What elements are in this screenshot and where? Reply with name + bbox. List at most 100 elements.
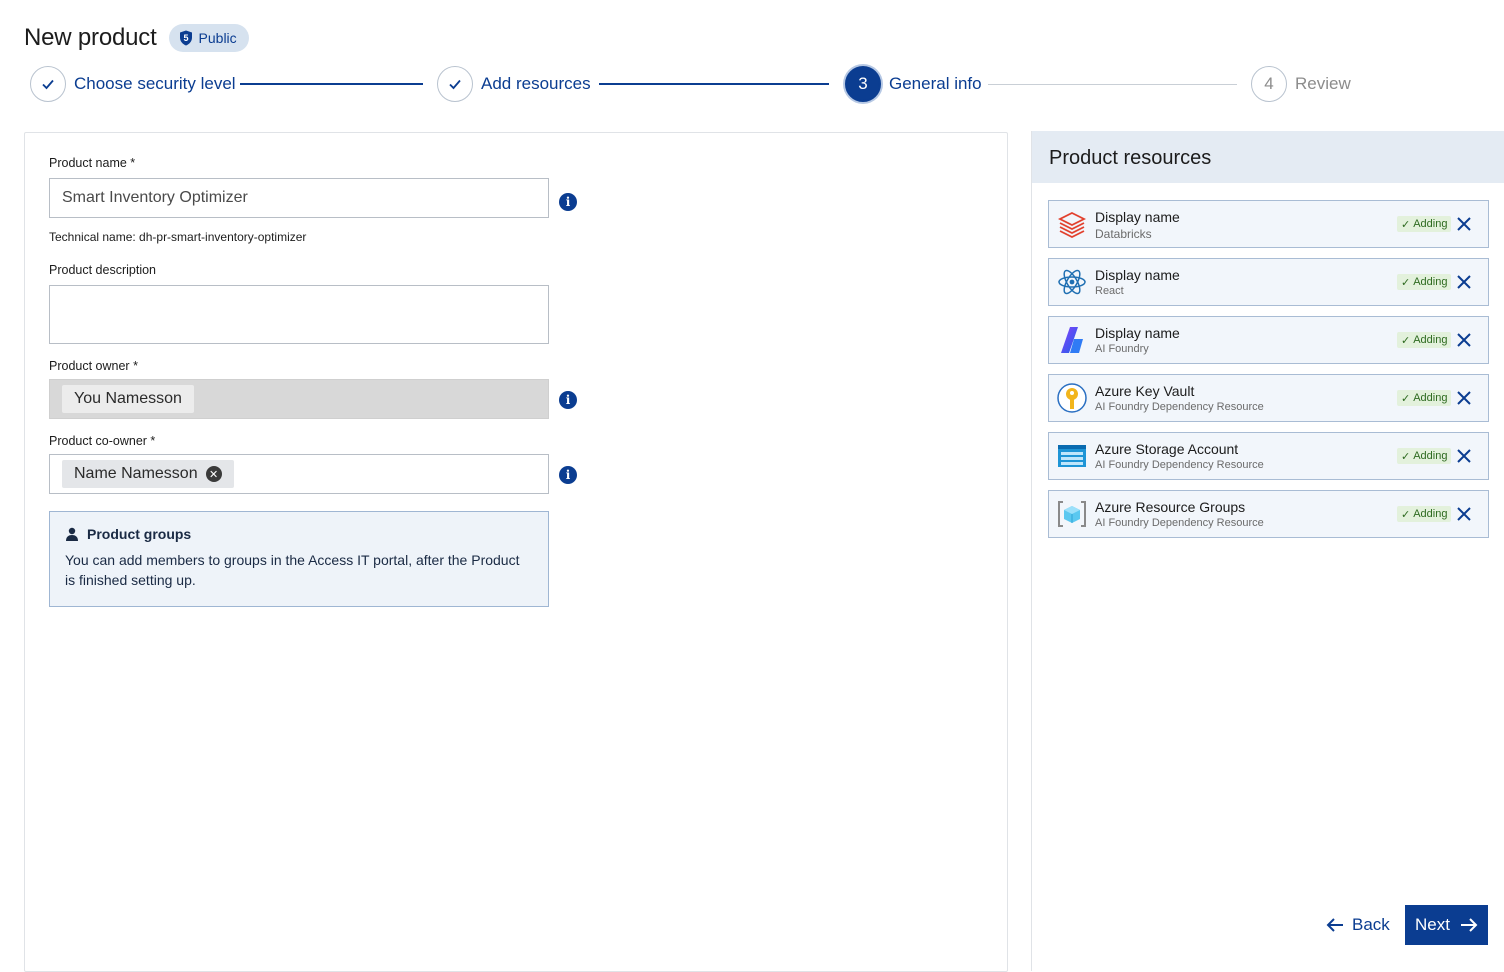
general-info-form: Product name * Smart Inventory Optimizer… [24,132,1008,972]
resource-type: AI Foundry Dependency Resource [1095,401,1264,413]
security-level-badge: 5 Public [168,24,249,52]
product-resources-panel: Product resources Display name Databrick… [1031,131,1504,971]
resource-item: Azure Storage Account AI Foundry Depende… [1048,432,1489,480]
status-badge: ✓ Adding [1397,390,1452,406]
notice-title-text: Product groups [87,526,192,542]
coowner-chip: Name Namesson ✕ [62,460,234,488]
resource-item: Azure Key Vault AI Foundry Dependency Re… [1048,374,1489,422]
resource-name: Azure Resource Groups [1095,499,1246,515]
key-vault-icon [1057,383,1087,413]
storage-account-icon [1058,445,1086,467]
status-label: Adding [1413,218,1448,230]
panel-title: Product resources [1032,131,1504,183]
status-badge: ✓ Adding [1397,332,1452,348]
check-icon: ✓ [1401,334,1411,347]
product-name-label: Product name * [49,156,136,170]
react-icon [1058,269,1086,295]
step-label: General info [889,74,982,93]
product-name-value: Smart Inventory Optimizer [62,189,248,206]
resource-name: Azure Storage Account [1095,441,1239,457]
step-label: Choose security level [74,74,236,93]
remove-chip-icon[interactable]: ✕ [205,466,222,482]
status-label: Adding [1413,450,1448,462]
product-description-input[interactable] [49,285,549,344]
step-choose-security-level[interactable]: Choose security level [30,66,236,102]
step-label: Review [1295,74,1351,93]
status-label: Adding [1413,276,1448,288]
resource-name: Azure Key Vault [1095,383,1195,399]
resource-type: Databricks [1095,227,1152,241]
info-icon[interactable]: i [559,391,577,409]
databricks-icon [1057,211,1087,239]
resource-item: Display name AI Foundry ✓ Adding [1048,316,1489,364]
page-header: New product 5 Public [24,22,249,54]
resource-group-icon [1058,501,1086,527]
check-icon: ✓ [1401,392,1411,405]
back-button[interactable]: Back [1322,905,1394,945]
owner-chip-label: You Namesson [74,390,182,407]
status-label: Adding [1413,508,1448,520]
close-icon[interactable] [1455,447,1473,465]
status-label: Adding [1413,334,1448,346]
check-icon: ✓ [1401,218,1411,231]
close-icon[interactable] [1455,505,1473,523]
step-number: 4 [1251,66,1287,102]
step-number: 3 [845,66,881,102]
info-icon[interactable]: i [559,466,577,484]
notice-title: Product groups [65,526,533,542]
product-description-label: Product description [49,263,157,277]
resource-type: AI Foundry Dependency Resource [1095,459,1264,471]
resource-name: Display name [1095,267,1180,283]
step-label: Add resources [481,74,591,93]
status-badge: ✓ Adding [1397,216,1452,232]
status-badge: ✓ Adding [1397,274,1452,290]
person-icon [66,527,78,541]
resource-name: Display name [1095,325,1180,341]
technical-name: Technical name: dh-pr-smart-inventory-op… [49,230,307,244]
check-icon: ✓ [1401,508,1411,521]
product-owner-field: You Namesson [49,379,549,419]
product-coowner-input[interactable]: Name Namesson ✕ [49,454,549,494]
page-title: New product [24,24,157,51]
ai-foundry-icon [1061,327,1083,353]
svg-text:5: 5 [183,33,188,43]
step-general-info[interactable]: 3 General info [845,66,982,102]
info-icon[interactable]: i [559,193,577,211]
arrow-left-icon [1326,918,1343,932]
step-add-resources[interactable]: Add resources [437,66,591,102]
resource-item: Display name React ✓ Adding [1048,258,1489,306]
next-button[interactable]: Next [1405,905,1488,945]
back-label: Back [1352,915,1390,934]
resource-name: Display name [1095,209,1180,225]
close-icon[interactable] [1455,215,1473,233]
resource-item: Display name Databricks ✓ Adding [1048,200,1489,248]
check-icon: ✓ [1401,450,1411,463]
step-connector [988,84,1237,85]
close-icon[interactable] [1455,273,1473,291]
step-review[interactable]: 4 Review [1251,66,1351,102]
product-owner-label: Product owner * [49,359,138,373]
status-badge: ✓ Adding [1397,506,1452,522]
coowner-chip-label: Name Namesson [74,465,198,482]
check-icon: ✓ [1401,276,1411,289]
shield-icon: 5 [179,30,192,46]
close-icon[interactable] [1455,331,1473,349]
product-name-input[interactable]: Smart Inventory Optimizer [49,178,549,218]
wizard-stepper: Choose security level Add resources 3 Ge… [30,66,1351,102]
arrow-right-icon [1460,918,1478,932]
close-icon[interactable] [1455,389,1473,407]
resource-type: React [1095,285,1124,297]
resource-item: Azure Resource Groups AI Foundry Depende… [1048,490,1489,538]
status-badge: ✓ Adding [1397,448,1452,464]
notice-body: You can add members to groups in the Acc… [65,552,520,588]
resource-type: AI Foundry [1095,343,1149,355]
owner-chip: You Namesson [62,385,194,413]
resource-list: Display name Databricks ✓ Adding Display … [1048,200,1489,548]
product-coowner-label: Product co-owner * [49,434,156,448]
next-label: Next [1415,915,1450,934]
status-label: Adding [1413,392,1448,404]
badge-label: Public [198,30,237,46]
product-groups-notice: Product groups You can add members to gr… [49,511,549,607]
step-connector [240,83,423,85]
resource-type: AI Foundry Dependency Resource [1095,517,1264,529]
